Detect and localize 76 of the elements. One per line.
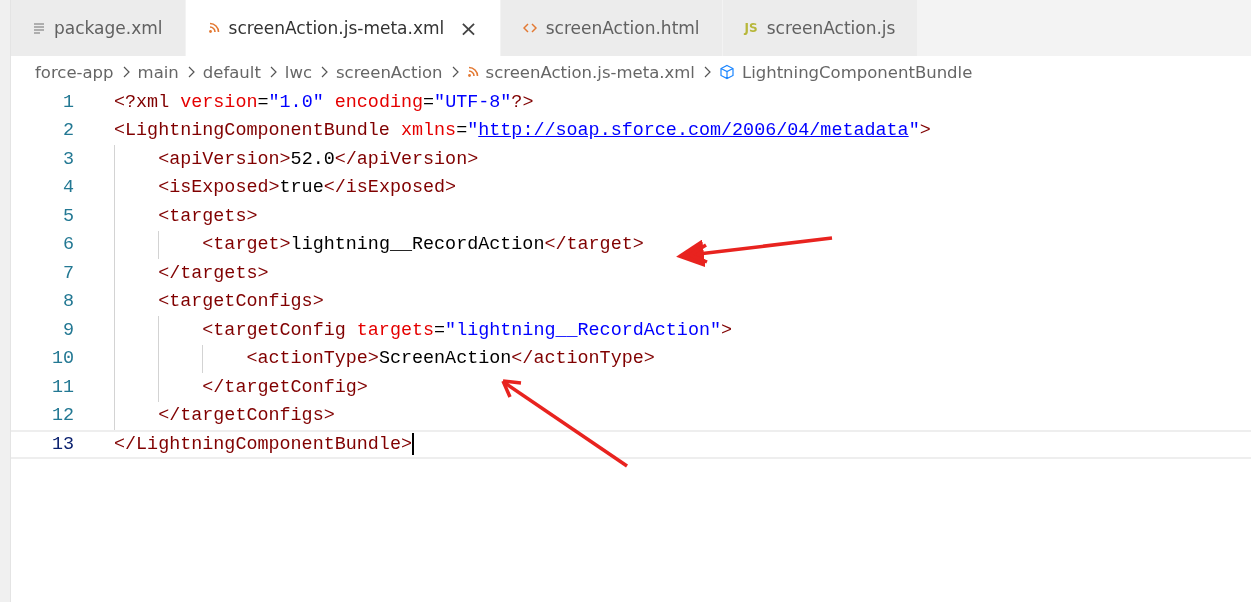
chevron-right-icon <box>268 66 277 78</box>
code-text: = <box>434 319 446 341</box>
xml-tag: </apiVersion> <box>334 148 479 170</box>
text-cursor <box>412 433 414 456</box>
line-number: 2 <box>61 120 74 142</box>
chevron-right-icon <box>450 66 459 78</box>
xml-tag: <target> <box>114 234 291 256</box>
breadcrumb-item[interactable]: screenAction.js-meta.xml <box>466 62 695 82</box>
xml-tag: </actionType> <box>511 348 655 370</box>
js-file-icon: JS <box>744 21 758 35</box>
xml-tag: </targetConfig> <box>114 376 368 398</box>
attribute-name: encoding <box>333 91 424 113</box>
xml-tag: <apiVersion> <box>114 148 291 170</box>
code-text: lightning__RecordAction <box>290 234 545 256</box>
attribute-name: version <box>180 91 258 113</box>
breadcrumb-item[interactable]: LightningComponentBundle <box>718 62 973 82</box>
line-number: 8 <box>61 291 74 313</box>
rss-icon <box>207 22 220 34</box>
xml-tag: <targets> <box>114 205 258 227</box>
xml-tag: <targetConfigs> <box>114 291 324 313</box>
string-value: "1.0" <box>268 91 324 113</box>
editor-tab[interactable]: screenAction.html <box>500 0 723 56</box>
xml-tag: </targetConfigs> <box>114 405 335 427</box>
close-tab-button[interactable]: × <box>459 15 478 41</box>
chevron-right-icon <box>186 66 195 78</box>
code-text: = <box>456 120 468 142</box>
rss-icon <box>466 66 479 78</box>
xml-tag: </LightningComponentBundle> <box>114 433 412 455</box>
xml-tag: > <box>721 319 733 341</box>
chevron-right-icon <box>320 66 328 78</box>
xml-tag: > <box>919 120 931 142</box>
xml-tag: </isExposed> <box>323 177 457 199</box>
string-value: "UTF-8" <box>434 91 512 113</box>
line-number: 4 <box>61 177 74 199</box>
breadcrumb-item[interactable]: main <box>137 62 179 82</box>
xml-tag: <LightningComponentBundle <box>114 120 401 142</box>
xml-tag: ?> <box>511 91 534 113</box>
code-text: = <box>257 91 269 113</box>
chevron-right-icon <box>121 66 130 78</box>
text-file-icon <box>33 22 45 34</box>
line-number: 5 <box>61 205 74 227</box>
url-link[interactable]: http://soap.sforce.com/2006/04/metadata <box>478 120 909 142</box>
xml-tag: </targets> <box>114 262 269 284</box>
line-number: 7 <box>61 262 74 284</box>
attribute-name: targets <box>356 319 435 341</box>
breadcrumb-item[interactable]: force-app <box>35 62 114 82</box>
code-text: 52.0 <box>290 148 335 170</box>
code-brackets-icon <box>522 22 537 34</box>
line-number: 11 <box>50 376 74 398</box>
xml-tag: <?xml <box>114 91 181 113</box>
line-number: 13 <box>50 433 74 455</box>
line-number: 3 <box>61 148 74 170</box>
cube-icon <box>718 64 735 80</box>
breadcrumb-item[interactable]: lwc <box>284 62 312 82</box>
line-number: 1 <box>61 91 74 113</box>
string-value: " <box>467 120 479 142</box>
line-number: 6 <box>61 234 74 256</box>
attribute-name: xmlns <box>400 120 457 142</box>
code-text: = <box>423 91 435 113</box>
string-value: " <box>908 120 920 142</box>
xml-tag: <isExposed> <box>114 177 280 199</box>
editor-tab[interactable]: screenAction.js-meta.xml × <box>185 0 501 56</box>
editor-tab[interactable]: package.xml <box>11 0 186 56</box>
xml-tag: <actionType> <box>114 348 379 370</box>
code-text: ScreenAction <box>378 348 512 370</box>
line-number: 12 <box>50 405 74 427</box>
editor-tab[interactable]: JS screenAction.js <box>722 0 919 56</box>
chevron-right-icon <box>702 66 711 78</box>
xml-tag: <targetConfig <box>114 319 357 341</box>
breadcrumb-item[interactable]: screenAction <box>336 62 443 82</box>
code-text: true <box>279 177 324 199</box>
line-number: 9 <box>61 319 74 341</box>
xml-tag: </target> <box>544 234 644 256</box>
line-number: 10 <box>50 348 74 370</box>
breadcrumb-item[interactable]: default <box>202 62 261 82</box>
string-value: "lightning__RecordAction" <box>445 319 721 341</box>
